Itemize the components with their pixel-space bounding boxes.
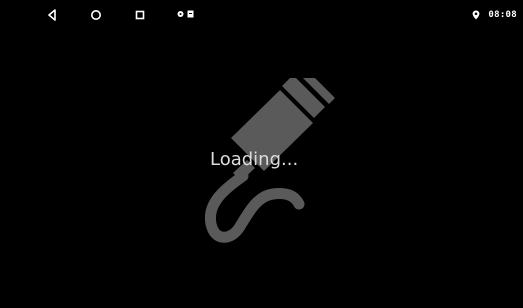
home-button[interactable] bbox=[89, 8, 103, 22]
notification-icon-2 bbox=[187, 10, 194, 18]
back-button[interactable] bbox=[45, 8, 59, 22]
back-icon bbox=[48, 9, 56, 21]
notification-icon-1 bbox=[177, 11, 184, 17]
recents-icon bbox=[135, 10, 145, 20]
status-right: 08:08 bbox=[472, 8, 517, 22]
recents-button[interactable] bbox=[133, 8, 147, 22]
status-clock: 08:08 bbox=[488, 10, 517, 20]
android-screen: 08:08 Loading... bbox=[0, 0, 523, 308]
status-bar: 08:08 bbox=[0, 0, 523, 30]
loading-text: Loading... bbox=[210, 149, 299, 170]
home-icon bbox=[91, 10, 101, 20]
location-pin-icon bbox=[473, 10, 480, 20]
